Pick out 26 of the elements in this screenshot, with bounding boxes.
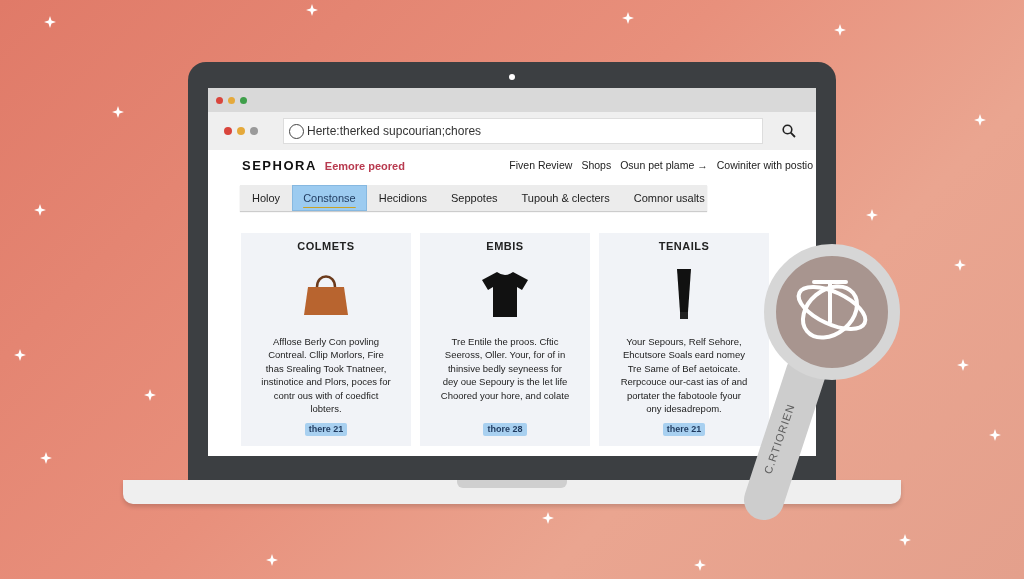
- address-field[interactable]: Herte:therked supcourian;chores: [283, 118, 763, 144]
- nav-link[interactable]: Osun pet plame →: [620, 158, 708, 174]
- card-title: COLMETS: [297, 239, 355, 254]
- site-tagline: Eemore peored: [324, 158, 405, 174]
- nav-link[interactable]: Shops: [581, 158, 612, 174]
- card-tag[interactable]: thore 28: [483, 422, 527, 436]
- category-tab[interactable]: Comnor usalts: [621, 185, 717, 211]
- category-tab[interactable]: Constonse: [292, 185, 367, 211]
- card-description: Your Sepours, Relf Sehore, Ehcutsore Soals eard nomey Tre Same of Bef aetoicate. Rerpcouce our-cast ias of and portater the fabotoole fyour ony idesadrepom.: [620, 334, 748, 416]
- category-tab[interactable]: Holoy: [240, 185, 293, 211]
- nav-link[interactable]: Fiven Review: [509, 158, 573, 174]
- card-description: Afflose Berly Con povling Contreal. Cllip Morlors, Fire thas Srealing Took Tnatneer, instinotice and Plors, poces for contr ous with of coedfict lobters.: [261, 334, 391, 416]
- category-tab[interactable]: Tupouh & clecters: [509, 185, 622, 211]
- card-tag[interactable]: there 21: [662, 422, 706, 436]
- category-tab[interactable]: Hecidions: [366, 185, 440, 211]
- emblem-icon: [796, 280, 868, 340]
- card-title: EMBIS: [486, 239, 524, 254]
- site-logo[interactable]: SEPHORA: [242, 156, 317, 176]
- webcam-icon: [509, 74, 515, 80]
- cosmetic-tube-icon: [676, 267, 692, 320]
- card-title: TENAILS: [658, 239, 710, 254]
- category-tab[interactable]: Seppotes: [439, 185, 510, 211]
- search-icon[interactable]: [782, 124, 796, 138]
- card-description: Tre Entile the proos. Cftic Seeross, Oller. Your, for of in thinsive bedly seyneess for dey oue Sepoury is the let life Choored your hore, and colate: [440, 334, 570, 402]
- nav-link[interactable]: Cowiniter with postio: [716, 158, 813, 174]
- card-tag[interactable]: there 21: [304, 422, 348, 436]
